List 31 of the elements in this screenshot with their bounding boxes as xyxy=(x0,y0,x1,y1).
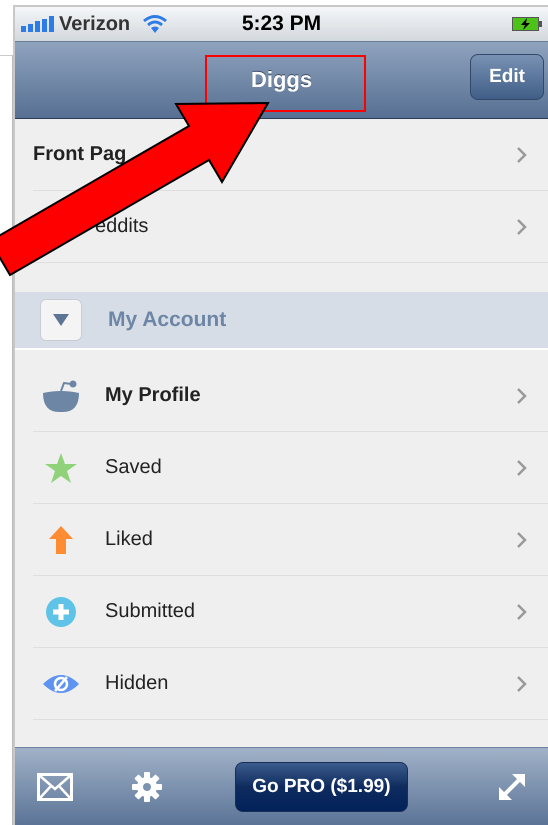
carrier-name: Verizon xyxy=(59,12,130,36)
battery-charging-icon xyxy=(512,17,542,31)
clock-time: 5:23 PM xyxy=(242,12,322,35)
edit-button[interactable]: Edit xyxy=(470,54,544,100)
go-pro-button[interactable]: Go PRO ($1.99) xyxy=(235,762,408,812)
menu-label[interactable]: My Profile xyxy=(105,384,201,407)
menu-label[interactable]: Liked xyxy=(105,528,153,551)
menu-label[interactable]: Submitted xyxy=(105,600,196,623)
menu-label[interactable]: Hidden xyxy=(105,672,168,695)
chevron-icon xyxy=(516,146,528,164)
chevron-icon xyxy=(516,386,528,404)
menu-label[interactable]: Saved xyxy=(105,456,162,479)
settings-icon[interactable] xyxy=(131,770,163,802)
expand-icon[interactable] xyxy=(498,772,526,800)
chevron-icon xyxy=(516,218,528,236)
triangle-icon xyxy=(53,313,69,327)
chevron-icon xyxy=(516,530,528,548)
star-icon xyxy=(44,452,78,484)
chevron-icon xyxy=(516,602,528,620)
signal-icon xyxy=(21,16,55,32)
collapse-toggle[interactable] xyxy=(40,299,82,341)
wifi-icon xyxy=(142,14,168,34)
screen-title: Diggs xyxy=(250,67,312,93)
chevron-icon xyxy=(516,674,528,692)
alien-head-icon xyxy=(41,378,81,412)
menu-label[interactable]: Front Pag xyxy=(33,143,126,166)
section-label: My Account xyxy=(108,308,226,332)
chevron-icon xyxy=(516,458,528,476)
mail-icon[interactable] xyxy=(37,772,73,800)
up-arrow-icon xyxy=(48,524,74,554)
plus-circle-icon xyxy=(45,596,77,628)
